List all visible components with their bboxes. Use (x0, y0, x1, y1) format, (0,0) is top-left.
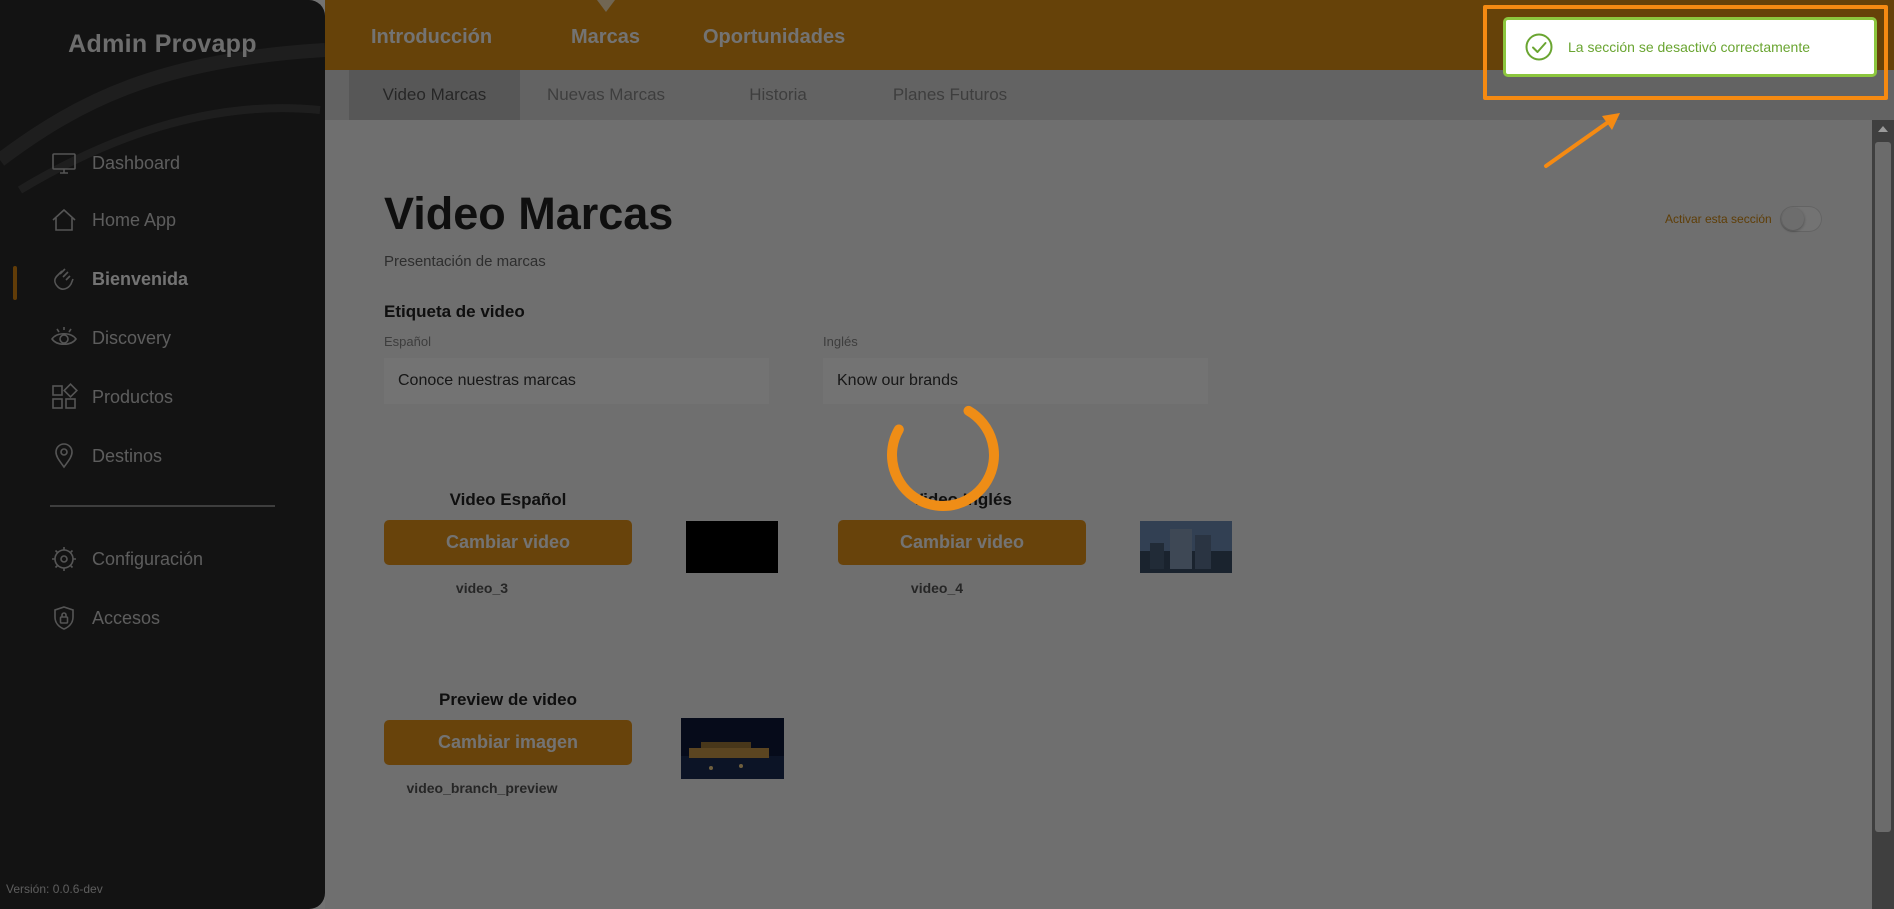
sidebar-item-label: Destinos (92, 445, 163, 466)
spanish-video-title: Video Español (449, 490, 567, 509)
active-tab-caret (597, 0, 615, 12)
content-scrollbar[interactable] (1872, 120, 1894, 909)
waving-hand-icon (54, 268, 74, 290)
app-version: Versión: 0.0.6-dev (6, 882, 103, 896)
change-english-video-button[interactable]: Cambiar video (838, 520, 1086, 565)
tab-marcas[interactable]: Marcas (571, 26, 640, 49)
subtab-planes-futuros[interactable]: Planes Futuros (864, 70, 1036, 120)
preview-video-title: Preview de video (439, 690, 577, 709)
active-nav-indicator (13, 266, 17, 300)
check-circle-icon (1525, 33, 1553, 61)
tab-oportunidades[interactable]: Oportunidades (703, 26, 845, 49)
main-area: Introducción Marcas Oportunidades Video … (325, 0, 1894, 909)
english-field-label: Inglés (823, 334, 858, 349)
section-toggle-label: Activar esta sección (1665, 212, 1772, 226)
spanish-label-input[interactable] (384, 358, 769, 404)
sidebar-item-label: Bienvenida (92, 268, 189, 289)
page-subtitle: Presentación de marcas (384, 253, 546, 270)
english-label-input[interactable] (823, 358, 1208, 404)
sidebar-item-label: Accesos (92, 607, 161, 628)
sidebar-item-label: Configuración (92, 548, 204, 569)
scrollbar-thumb[interactable] (1875, 142, 1891, 832)
sidebar-item-accesos[interactable]: Accesos (50, 600, 160, 636)
section-toggle[interactable]: Activar esta sección (1665, 206, 1822, 232)
subtab-video-marcas[interactable]: Video Marcas (349, 70, 520, 120)
scroll-up-arrow-icon[interactable] (1878, 126, 1888, 132)
subtab-nuevas-marcas[interactable]: Nuevas Marcas (520, 70, 692, 120)
success-toast: La sección se desactivó correctamente (1503, 17, 1877, 77)
monitor-icon (52, 153, 76, 174)
home-icon (52, 208, 76, 231)
annotation-arrow-icon (1544, 113, 1620, 168)
shield-lock-icon (54, 606, 74, 630)
sidebar-item-label: Home App (92, 209, 177, 230)
sidebar-item-destinos[interactable]: Destinos (50, 438, 162, 474)
english-video-thumbnail (1140, 521, 1232, 573)
app-brand-title: Admin Provapp (68, 30, 257, 58)
content-panel: Video Marcas Presentación de marcas Acti… (325, 120, 1894, 909)
sidebar-item-home-app[interactable]: Home App (50, 202, 176, 238)
sidebar-item-label: Dashboard (92, 152, 181, 173)
sidebar-item-discovery[interactable]: Discovery (50, 320, 171, 356)
toast-message: La sección se desactivó correctamente (1568, 39, 1811, 55)
spanish-field-label: Español (384, 334, 431, 349)
page-title: Video Marcas (384, 188, 674, 239)
spanish-video-filename: video_3 (455, 580, 509, 596)
location-pin-icon (55, 443, 73, 469)
video-label-heading: Etiqueta de video (384, 302, 525, 321)
toggle-knob (1781, 208, 1804, 230)
english-video-filename: video_4 (910, 580, 964, 596)
grid-icon (52, 383, 78, 409)
change-preview-image-button[interactable]: Cambiar imagen (384, 720, 632, 765)
preview-image-thumbnail (681, 718, 784, 779)
subtab-historia[interactable]: Historia (692, 70, 864, 120)
eye-icon (51, 327, 77, 346)
spanish-video-thumbnail (686, 521, 778, 573)
sidebar: Admin Provapp Dashboard Home App Bienven… (0, 0, 325, 909)
toggle-switch[interactable] (1779, 206, 1822, 232)
sidebar-item-productos[interactable]: Productos (50, 379, 173, 415)
sidebar-item-bienvenida[interactable]: Bienvenida (50, 261, 188, 297)
sidebar-item-label: Productos (92, 386, 174, 407)
gear-icon (52, 547, 76, 571)
sidebar-divider (50, 505, 275, 507)
loading-spinner-icon (887, 405, 999, 511)
preview-image-filename: video_branch_preview (406, 780, 558, 796)
sidebar-item-configuracion[interactable]: Configuración (50, 541, 203, 577)
app-root: Admin Provapp Dashboard Home App Bienven… (0, 0, 1894, 909)
tab-introduccion[interactable]: Introducción (371, 26, 492, 49)
sidebar-item-label: Discovery (92, 327, 172, 348)
sidebar-item-dashboard[interactable]: Dashboard (50, 145, 180, 181)
change-spanish-video-button[interactable]: Cambiar video (384, 520, 632, 565)
